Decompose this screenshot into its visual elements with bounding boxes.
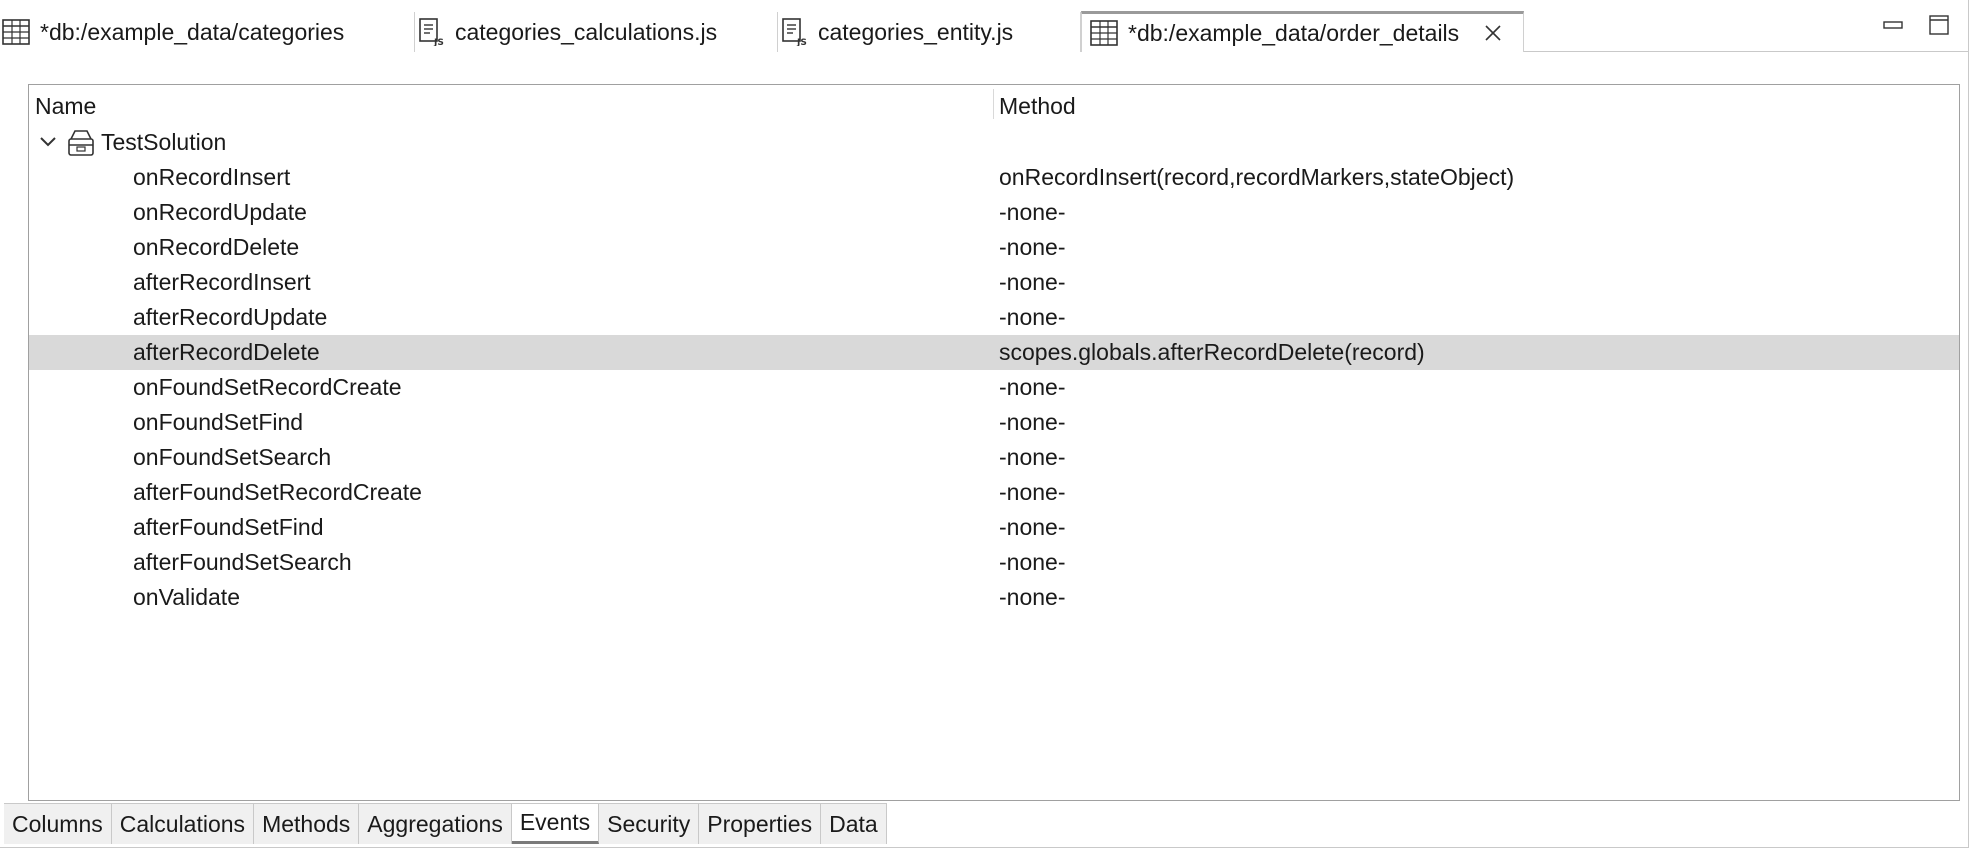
table-icon — [1088, 18, 1120, 48]
tab-categories-entity[interactable]: JS categories_entity.js — [778, 12, 1081, 52]
event-name: afterFoundSetFind — [133, 514, 324, 540]
tab-data[interactable]: Data — [821, 804, 887, 844]
event-method[interactable]: -none- — [999, 510, 1065, 545]
maximize-icon[interactable] — [1928, 14, 1950, 36]
event-name: afterFoundSetRecordCreate — [133, 479, 422, 505]
close-icon[interactable] — [1483, 23, 1503, 43]
event-method[interactable]: -none- — [999, 370, 1065, 405]
event-name: afterRecordUpdate — [133, 304, 328, 330]
tab-aggregations[interactable]: Aggregations — [359, 804, 512, 844]
event-method[interactable]: -none- — [999, 265, 1065, 300]
event-method[interactable]: -none- — [999, 580, 1065, 615]
event-method[interactable]: -none- — [999, 195, 1065, 230]
event-method[interactable]: -none- — [999, 545, 1065, 580]
event-method[interactable]: -none- — [999, 440, 1065, 475]
svg-text:JS: JS — [796, 38, 807, 46]
table-icon — [0, 17, 32, 47]
tab-label: *db:/example_data/categories — [40, 18, 345, 45]
tab-categories-calculations[interactable]: JS categories_calculations.js — [415, 12, 778, 52]
tab-label: *db:/example_data/order_details — [1128, 19, 1460, 46]
column-header-method[interactable]: Method — [999, 93, 1076, 120]
js-file-icon: JS — [778, 17, 810, 47]
event-name: onFoundSetRecordCreate — [133, 374, 402, 400]
tab-label: categories_calculations.js — [455, 18, 718, 45]
event-name: afterRecordInsert — [133, 269, 311, 295]
event-row[interactable]: onValidate -none- — [29, 580, 1959, 615]
event-row[interactable]: afterFoundSetFind -none- — [29, 510, 1959, 545]
tab-properties[interactable]: Properties — [699, 804, 822, 844]
tree-rows: TestSolution onRecordInsert onRecordInser… — [29, 125, 1959, 615]
event-row-selected[interactable]: afterRecordDelete scopes.globals.afterRec… — [29, 335, 1959, 370]
column-separator[interactable] — [993, 89, 994, 119]
event-row[interactable]: afterRecordUpdate -none- — [29, 300, 1959, 335]
event-method[interactable]: -none- — [999, 405, 1065, 440]
tree-header: Name Method — [29, 85, 1959, 123]
event-method[interactable]: -none- — [999, 300, 1065, 335]
event-row[interactable]: onRecordUpdate -none- — [29, 195, 1959, 230]
js-file-icon: JS — [415, 17, 447, 47]
event-name: onRecordDelete — [133, 234, 300, 260]
event-name: onRecordUpdate — [133, 199, 307, 225]
tab-categories-table[interactable]: *db:/example_data/categories — [0, 12, 415, 52]
tree-root-row[interactable]: TestSolution — [29, 125, 1959, 160]
events-tree-table[interactable]: Name Method TestSolution onRecordInsert o… — [28, 84, 1960, 801]
tab-label: categories_entity.js — [818, 18, 1014, 45]
window-controls — [1882, 14, 1950, 36]
editor-tab-bar: *db:/example_data/categories JS categori… — [0, 11, 1969, 52]
event-name: afterRecordDelete — [133, 339, 320, 365]
event-name: onFoundSetFind — [133, 409, 304, 435]
event-method[interactable]: scopes.globals.afterRecordDelete(record) — [999, 335, 1425, 370]
event-name: onRecordInsert — [133, 164, 291, 190]
event-row[interactable]: afterFoundSetSearch -none- — [29, 545, 1959, 580]
event-row[interactable]: afterRecordInsert -none- — [29, 265, 1959, 300]
event-row[interactable]: onRecordDelete -none- — [29, 230, 1959, 265]
event-row[interactable]: afterFoundSetRecordCreate -none- — [29, 475, 1959, 510]
event-method[interactable]: onRecordInsert(record,recordMarkers,stat… — [999, 160, 1514, 195]
tree-root-label: TestSolution — [101, 129, 227, 155]
event-name: afterFoundSetSearch — [133, 549, 352, 575]
minimize-icon[interactable] — [1882, 14, 1904, 36]
event-method[interactable]: -none- — [999, 475, 1065, 510]
tab-security[interactable]: Security — [599, 804, 700, 844]
tab-order-details-table[interactable]: *db:/example_data/order_details — [1081, 11, 1524, 52]
tab-calculations[interactable]: Calculations — [111, 804, 255, 844]
event-name: onFoundSetSearch — [133, 444, 332, 470]
column-header-name[interactable]: Name — [35, 93, 96, 120]
event-method[interactable]: -none- — [999, 230, 1065, 265]
tab-methods[interactable]: Methods — [254, 804, 360, 844]
event-name: onValidate — [133, 584, 240, 610]
event-row[interactable]: onFoundSetSearch -none- — [29, 440, 1959, 475]
tab-events[interactable]: Events — [511, 804, 600, 844]
chevron-down-icon[interactable] — [37, 131, 59, 153]
solution-icon — [65, 127, 97, 159]
event-row[interactable]: onFoundSetRecordCreate -none- — [29, 370, 1959, 405]
event-row[interactable]: onFoundSetFind -none- — [29, 405, 1959, 440]
event-row[interactable]: onRecordInsert onRecordInsert(record,reco… — [29, 160, 1959, 195]
tab-columns[interactable]: Columns — [4, 804, 112, 844]
svg-text:JS: JS — [433, 38, 444, 46]
bottom-tab-bar: Columns Calculations Methods Aggregation… — [4, 803, 887, 844]
